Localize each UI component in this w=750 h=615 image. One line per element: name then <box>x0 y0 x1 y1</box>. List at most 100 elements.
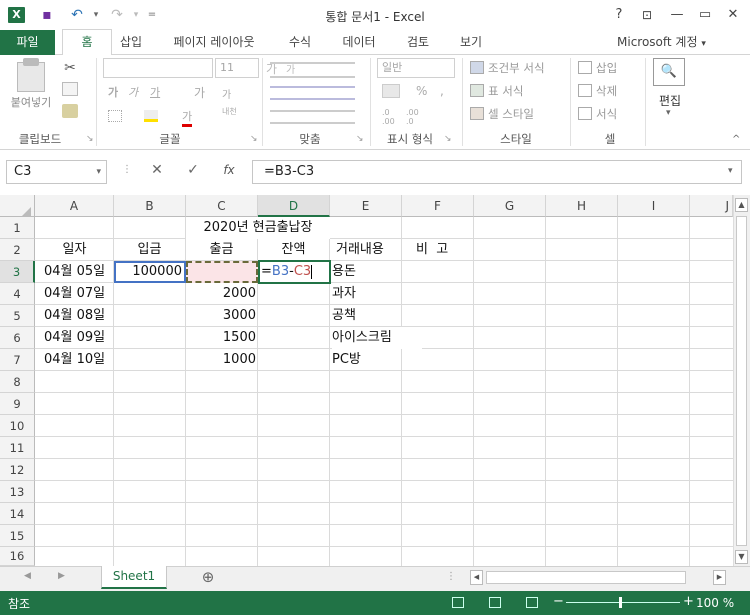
tab-formulas[interactable]: 수식 <box>280 30 320 55</box>
tab-view[interactable]: 보기 <box>452 30 490 55</box>
decrease-decimal-icon[interactable]: .00.0 <box>406 108 419 126</box>
header-description-cell[interactable]: 거래내용 <box>336 239 406 261</box>
vertical-scroll-thumb[interactable] <box>736 216 747 546</box>
indent-icons[interactable] <box>270 110 355 124</box>
horizontal-align-icons[interactable] <box>270 86 355 100</box>
withdrawal-cell[interactable]: 1500 <box>186 327 256 349</box>
hscroll-left-icon[interactable]: ◀ <box>470 570 483 585</box>
editing-group-label[interactable]: 편집 <box>652 92 688 109</box>
sheet-scroll-right-icon[interactable]: ▶ <box>58 571 65 581</box>
column-header-a[interactable]: A <box>35 195 114 217</box>
ribbon-display-button[interactable]: ⊡ <box>634 4 660 26</box>
help-button[interactable]: ? <box>606 4 632 26</box>
paste-icon[interactable] <box>17 62 45 92</box>
date-cell[interactable]: 04월 08일 <box>44 305 114 327</box>
dialog-launcher-icon[interactable]: ↘ <box>250 134 258 144</box>
dialog-launcher-icon[interactable]: ↘ <box>444 134 452 144</box>
header-withdrawal-cell[interactable]: 출금 <box>186 239 257 261</box>
bold-icon[interactable]: 가 <box>108 84 118 100</box>
enter-icon[interactable]: ✓ <box>182 162 204 178</box>
normal-view-icon[interactable] <box>452 597 464 608</box>
description-cell[interactable]: 아이스크림 <box>332 327 422 349</box>
tab-file[interactable]: 파일 <box>0 30 55 55</box>
delete-cells-button[interactable]: 삭제 <box>596 83 617 99</box>
column-header-g[interactable]: G <box>474 195 546 217</box>
row-header[interactable]: 5 <box>0 305 35 327</box>
shrink-font-large-icon[interactable]: 가 <box>222 86 231 101</box>
comma-style-icon[interactable]: , <box>440 84 444 98</box>
increase-decimal-icon[interactable]: .0.00 <box>382 108 395 126</box>
description-cell[interactable]: 과자 <box>332 283 402 305</box>
header-note-cell[interactable]: 비 고 <box>416 239 476 261</box>
formula-edit-cell[interactable]: =B3-C3 <box>261 261 329 283</box>
withdrawal-cell[interactable]: 2000 <box>186 283 256 305</box>
row-header[interactable]: 12 <box>0 459 35 481</box>
column-header-j[interactable]: J <box>690 195 733 217</box>
row-header[interactable]: 8 <box>0 371 35 393</box>
format-table-button[interactable]: 표 서식 <box>488 83 523 99</box>
fill-color-icon[interactable] <box>144 110 158 122</box>
underline-icon[interactable]: 가 <box>150 84 160 100</box>
page-layout-view-icon[interactable] <box>489 597 501 608</box>
cut-icon[interactable]: ✂ <box>62 60 78 76</box>
column-header-f[interactable]: F <box>402 195 474 217</box>
deposit-cell[interactable]: 100000 <box>114 261 184 283</box>
column-header-h[interactable]: H <box>546 195 618 217</box>
scroll-down-icon[interactable]: ▼ <box>735 550 748 564</box>
add-sheet-icon[interactable]: ⊕ <box>198 567 218 587</box>
insert-function-icon[interactable]: fx <box>218 163 240 177</box>
close-button[interactable]: ✕ <box>720 4 746 26</box>
tab-page-layout[interactable]: 페이지 레이아웃 <box>164 30 264 55</box>
row-header[interactable]: 6 <box>0 327 35 349</box>
header-deposit-cell[interactable]: 입금 <box>114 239 185 261</box>
row-header[interactable]: 7 <box>0 349 35 371</box>
font-color-icon[interactable]: 가 <box>182 108 193 127</box>
cancel-icon[interactable]: ✕ <box>146 162 168 178</box>
tab-review[interactable]: 검토 <box>398 30 438 55</box>
withdrawal-cell[interactable]: 3000 <box>186 305 256 327</box>
scroll-up-icon[interactable]: ▲ <box>735 198 748 212</box>
dialog-launcher-icon[interactable]: ↘ <box>86 134 94 144</box>
sheet-scroll-left-icon[interactable]: ◀ <box>24 571 31 581</box>
vertical-align-icons[interactable] <box>270 62 355 78</box>
paste-button-label[interactable]: 붙여넣기 <box>6 94 56 110</box>
account-menu[interactable]: Microsoft 계정 ▾ <box>617 30 727 55</box>
percent-icon[interactable]: % <box>416 84 427 98</box>
description-cell[interactable]: PC방 <box>332 349 402 371</box>
conditional-format-button[interactable]: 조건부 서식 <box>488 60 545 76</box>
date-cell[interactable]: 04월 05일 <box>44 261 114 283</box>
italic-icon[interactable]: 가 <box>128 84 138 100</box>
description-cell[interactable]: 용돈 <box>332 261 402 283</box>
date-cell[interactable]: 04월 10일 <box>44 349 114 371</box>
description-cell[interactable]: 공책 <box>332 305 402 327</box>
zoom-level[interactable]: 100 % <box>696 596 734 610</box>
column-header-b[interactable]: B <box>114 195 186 217</box>
row-header[interactable]: 1 <box>0 217 35 239</box>
horizontal-scroll-thumb[interactable] <box>486 571 686 584</box>
format-painter-icon[interactable] <box>62 104 78 118</box>
row-header[interactable]: 2 <box>0 239 35 261</box>
font-name-select[interactable] <box>103 58 213 78</box>
tab-home[interactable]: 홈 <box>62 29 112 56</box>
sheet-title-cell[interactable]: 2020년 현금출납장 <box>186 217 330 239</box>
phonetic-icon[interactable]: 내천 <box>222 106 237 117</box>
column-header-d[interactable]: D <box>258 195 330 217</box>
collapse-ribbon-icon[interactable]: ^ <box>732 134 740 145</box>
row-header[interactable]: 4 <box>0 283 35 305</box>
currency-icon[interactable] <box>382 84 400 98</box>
binoculars-icon[interactable]: 🔍 <box>653 58 685 86</box>
tab-insert[interactable]: 삽입 <box>112 30 150 55</box>
withdrawal-cell[interactable]: 1000 <box>186 349 256 371</box>
row-header[interactable]: 16 <box>0 547 35 566</box>
row-header[interactable]: 15 <box>0 525 35 547</box>
header-balance-cell[interactable]: 잔액 <box>258 239 329 261</box>
minimize-button[interactable]: — <box>664 4 690 26</box>
copy-icon[interactable] <box>62 82 78 96</box>
border-icon[interactable] <box>108 110 122 122</box>
date-cell[interactable]: 04월 09일 <box>44 327 114 349</box>
date-cell[interactable]: 04월 07일 <box>44 283 114 305</box>
zoom-in-icon[interactable]: + <box>683 594 694 609</box>
row-header[interactable]: 11 <box>0 437 35 459</box>
expand-formula-icon[interactable]: ▾ <box>728 166 733 176</box>
sheet-tab-sheet1[interactable]: Sheet1 <box>101 566 167 589</box>
